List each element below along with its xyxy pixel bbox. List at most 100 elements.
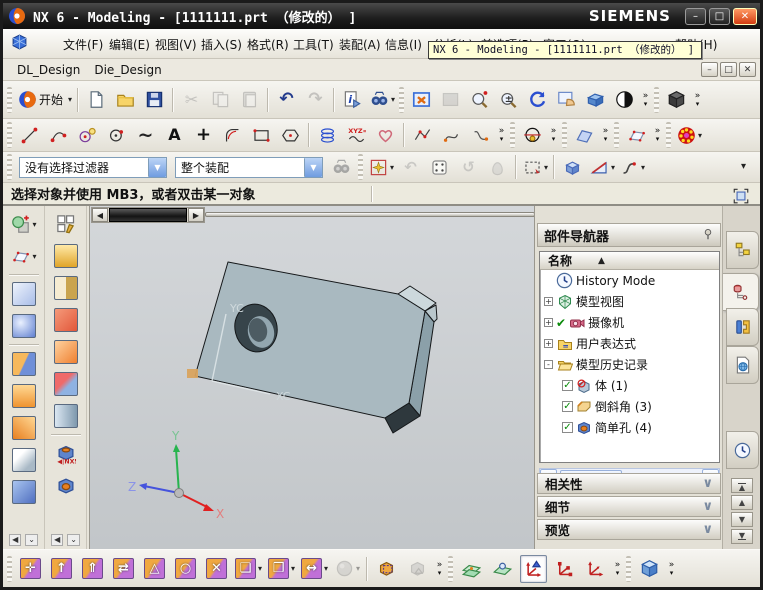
web-browser-tab[interactable] xyxy=(726,346,759,384)
boss-button[interactable] xyxy=(48,470,84,502)
toolbar-overflow-button[interactable]: » ▾ xyxy=(495,127,508,144)
mdi-restore-button[interactable]: □ xyxy=(720,62,737,77)
pattern-face-button[interactable]: ❒ ▾ xyxy=(267,555,296,583)
scroll-right-button[interactable]: ▶ xyxy=(188,208,204,222)
point-constructor-button[interactable]: XYZ= xyxy=(343,122,370,148)
toolbar-grip[interactable] xyxy=(7,154,12,180)
replace-face-button[interactable]: ⇄ xyxy=(110,555,137,583)
curve-rule-button[interactable]: ▾ xyxy=(618,153,646,181)
offset-region-button[interactable]: ⇑ xyxy=(79,555,106,583)
move-face-button[interactable]: ✛ xyxy=(17,555,44,583)
tree-row-3[interactable]: + ✔ 摄像机 xyxy=(540,312,719,333)
toolbar-grip[interactable] xyxy=(7,86,12,113)
copy-button[interactable] xyxy=(207,86,234,114)
toolbar-overflow-button[interactable]: » ▾ xyxy=(599,127,612,144)
toolbar-grip[interactable] xyxy=(448,555,454,582)
menu-2[interactable]: 编辑(E) xyxy=(109,36,150,53)
wcs-display-button[interactable] xyxy=(520,554,548,583)
fit-view-button[interactable] xyxy=(408,86,435,114)
model-canvas[interactable]: YC XC Y Z X xyxy=(90,206,534,549)
feature-checkbox[interactable]: ✓ xyxy=(562,401,573,412)
expand-icon[interactable]: + xyxy=(544,297,553,306)
group-face-button[interactable] xyxy=(373,555,400,583)
bounded-plane-button[interactable] xyxy=(623,122,650,148)
reuse-library-tab[interactable] xyxy=(726,308,759,346)
toolbar-overflow-button[interactable]: » ▾ xyxy=(639,91,652,108)
find-component-button[interactable] xyxy=(328,153,355,181)
color-palette-button[interactable]: ▾ xyxy=(675,122,703,148)
sketch-button[interactable] xyxy=(48,208,84,240)
graphics-viewport[interactable]: ◀ ▶ YC XC Y Z X xyxy=(89,206,534,549)
scroll-left-button[interactable]: ◀ xyxy=(92,208,108,222)
linked-body-button[interactable] xyxy=(404,555,431,583)
scroll-down-button[interactable]: ▼ xyxy=(731,512,753,527)
custom-menu-die_design[interactable]: Die_Design xyxy=(94,63,161,77)
tree-row-1[interactable]: History Mode xyxy=(540,270,719,291)
tree-row-7[interactable]: ✓ 倒斜角 (3) xyxy=(540,396,719,417)
step-block-button[interactable] xyxy=(6,476,42,508)
section-1-bar[interactable]: 相关性 ∨ xyxy=(537,473,721,494)
copy-face-button[interactable]: ❏ ▾ xyxy=(234,555,263,583)
resize-blend-button[interactable]: ○ xyxy=(172,555,199,583)
swept-surface-button[interactable] xyxy=(48,368,84,400)
update-display-button[interactable] xyxy=(437,86,464,114)
polygon-button[interactable] xyxy=(277,122,304,148)
bridge-curve-button[interactable] xyxy=(438,122,465,148)
revolve-button[interactable] xyxy=(48,272,84,304)
feature-checkbox[interactable]: ✓ xyxy=(562,422,573,433)
tree-row-4[interactable]: + = 用户表达式 xyxy=(540,333,719,354)
toolbar-grip[interactable] xyxy=(358,154,363,180)
part-navigator-tab[interactable] xyxy=(723,273,759,311)
information-button[interactable]: i xyxy=(339,86,366,114)
chevron-down-icon[interactable]: ∨ xyxy=(702,500,713,513)
resize-face-button[interactable]: ↔ ▾ xyxy=(300,555,329,583)
toolbar-overflow-button[interactable]: » ▾ xyxy=(665,560,678,577)
move-object-button[interactable]: ▾ xyxy=(588,153,616,181)
menu-1[interactable]: 文件(F) xyxy=(63,36,103,53)
scroll-bottom-button[interactable]: ▼ xyxy=(731,529,753,544)
shell-button[interactable]: ▾ xyxy=(333,555,361,583)
chevron-down-icon[interactable]: ∨ xyxy=(702,523,713,536)
dropdown-arrow-icon[interactable]: ▼ xyxy=(304,157,322,177)
surface-button[interactable] xyxy=(571,122,598,148)
dock-collapse-button[interactable]: ◀ xyxy=(51,534,64,546)
toolbar-grip[interactable] xyxy=(626,555,632,582)
section-3-bar[interactable]: 预览 ∨ xyxy=(537,519,721,540)
datum-plane-grid-button[interactable] xyxy=(458,555,485,583)
block-button[interactable] xyxy=(6,348,42,380)
trim-curve-button[interactable] xyxy=(467,122,494,148)
toolbar-grip[interactable] xyxy=(666,122,671,148)
rendering-style-button[interactable] xyxy=(611,86,638,114)
zoom-in-out-button[interactable]: ± xyxy=(495,86,522,114)
toolbar-overflow-button[interactable]: » ▾ xyxy=(547,127,560,144)
column-header-name[interactable]: 名称 ▲ xyxy=(540,252,719,270)
start-button[interactable]: 开始 ▾ xyxy=(16,86,73,114)
dropdown-arrow-icon[interactable]: ▼ xyxy=(148,157,166,177)
datum-csys-button[interactable] xyxy=(519,122,546,148)
curve-chamfer-button[interactable] xyxy=(409,122,436,148)
tree-row-2[interactable]: + 模型视图 xyxy=(540,291,719,312)
close-button[interactable]: ✕ xyxy=(733,7,757,25)
chevron-down-icon[interactable]: ∨ xyxy=(702,477,713,490)
paste-button[interactable] xyxy=(236,86,263,114)
scroll-up-button[interactable]: ▲ xyxy=(731,495,753,510)
dock-overflow[interactable]: ◀ ⌄ xyxy=(9,534,38,549)
rotate-view-button[interactable] xyxy=(524,86,551,114)
toolbar-overflow-button[interactable]: » ▾ xyxy=(433,560,446,577)
feature-checkbox[interactable]: ✓ xyxy=(562,380,573,391)
open-file-button[interactable] xyxy=(112,86,139,114)
toolbar-grip[interactable] xyxy=(654,86,660,113)
orient-view-button[interactable] xyxy=(484,153,511,181)
history-tab[interactable] xyxy=(726,431,759,469)
cut-button[interactable]: ✂ xyxy=(178,86,205,114)
boolean-button[interactable]: ▾ xyxy=(6,208,42,240)
fillet-button[interactable] xyxy=(219,122,246,148)
section-2-bar[interactable]: 细节 ∨ xyxy=(537,496,721,517)
tree-row-6[interactable]: ✓ 体 (1) xyxy=(540,375,719,396)
helix-button[interactable] xyxy=(314,122,341,148)
menu-8[interactable]: 信息(I) xyxy=(385,36,422,53)
view-orient-cube-button[interactable] xyxy=(636,555,663,583)
circle-point-button[interactable] xyxy=(103,122,130,148)
expand-icon[interactable]: + xyxy=(544,318,553,327)
spline-button[interactable]: ~ xyxy=(132,122,159,148)
